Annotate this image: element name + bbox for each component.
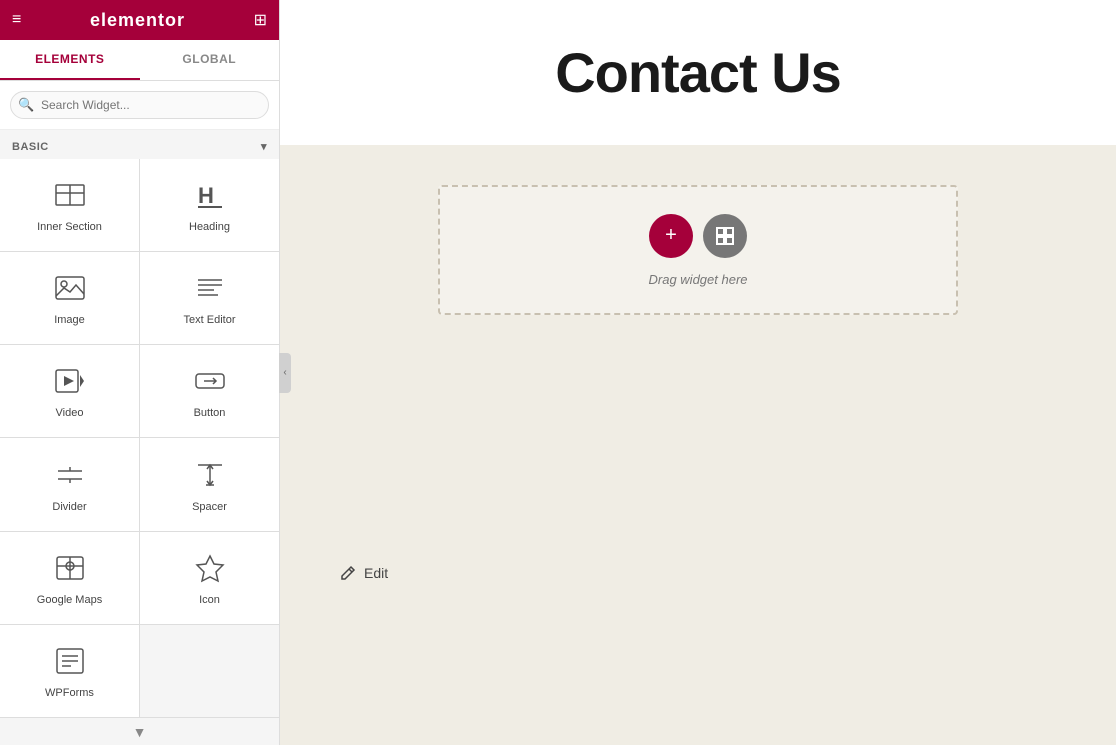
top-header: ≡ elementor ⊞	[0, 0, 279, 40]
widget-button[interactable]: Button	[140, 345, 279, 437]
widget-video-label: Video	[56, 407, 84, 419]
canvas-content: Contact Us + Drag widget here	[280, 0, 1116, 745]
widget-wpforms-label: WPForms	[45, 687, 94, 699]
sidebar: ≡ elementor ⊞ ELEMENTS GLOBAL 🔍 BASIC ▾ …	[0, 0, 280, 745]
widget-icon-label: Icon	[199, 594, 220, 606]
canvas: Contact Us + Drag widget here	[280, 0, 1116, 745]
sidebar-tabs: ELEMENTS GLOBAL	[0, 40, 279, 81]
svg-text:H: H	[198, 183, 214, 208]
drop-zone[interactable]: + Drag widget here	[438, 185, 958, 315]
widget-empty	[140, 625, 279, 717]
widget-divider-label: Divider	[52, 501, 86, 513]
page-title: Contact Us	[555, 40, 841, 105]
widget-icon[interactable]: Icon	[140, 532, 279, 624]
widget-text-editor[interactable]: Text Editor	[140, 252, 279, 344]
drop-zone-buttons: +	[649, 214, 747, 258]
widget-google-maps-label: Google Maps	[37, 594, 102, 606]
search-input[interactable]	[10, 91, 269, 119]
google-maps-icon	[52, 550, 88, 586]
add-widget-button[interactable]: +	[649, 214, 693, 258]
widget-image-label: Image	[54, 314, 85, 326]
widget-google-maps[interactable]: Google Maps	[0, 532, 139, 624]
widget-video[interactable]: Video	[0, 345, 139, 437]
widget-button-label: Button	[194, 407, 226, 419]
canvas-body: + Drag widget here	[280, 145, 1116, 545]
widget-spacer-label: Spacer	[192, 501, 227, 513]
grid-icon[interactable]: ⊞	[254, 10, 267, 30]
section-title: BASIC	[12, 141, 49, 153]
drop-zone-text: Drag widget here	[649, 272, 748, 287]
icon-widget-icon	[192, 550, 228, 586]
inner-section-icon	[52, 177, 88, 213]
widget-heading-label: Heading	[189, 221, 230, 233]
image-icon	[52, 270, 88, 306]
collapse-handle[interactable]: ‹	[279, 353, 291, 393]
search-bar: 🔍	[0, 81, 279, 130]
spacer-icon	[192, 457, 228, 493]
canvas-footer: Edit	[280, 545, 1116, 601]
wpforms-icon	[52, 643, 88, 679]
widget-wpforms[interactable]: WPForms	[0, 625, 139, 717]
scroll-down-icon[interactable]: ▼	[133, 724, 147, 740]
choose-layout-button[interactable]	[703, 214, 747, 258]
page-header-section: Contact Us	[280, 0, 1116, 145]
edit-label: Edit	[364, 565, 388, 581]
edit-button[interactable]: Edit	[340, 565, 388, 581]
collapse-icon[interactable]: ▾	[261, 140, 267, 153]
widget-heading[interactable]: H Heading	[140, 159, 279, 251]
widget-text-editor-label: Text Editor	[184, 314, 236, 326]
widget-image[interactable]: Image	[0, 252, 139, 344]
menu-icon[interactable]: ≡	[12, 11, 21, 29]
heading-icon: H	[192, 177, 228, 213]
video-icon	[52, 363, 88, 399]
widget-spacer[interactable]: Spacer	[140, 438, 279, 530]
text-editor-icon	[192, 270, 228, 306]
widget-inner-section-label: Inner Section	[37, 221, 102, 233]
basic-section-label: BASIC ▾	[0, 130, 279, 159]
tab-elements[interactable]: ELEMENTS	[0, 40, 140, 80]
widget-divider[interactable]: Divider	[0, 438, 139, 530]
widgets-grid: Inner Section H Heading Image Text Edito…	[0, 159, 279, 717]
widget-inner-section[interactable]: Inner Section	[0, 159, 139, 251]
button-icon	[192, 363, 228, 399]
search-icon: 🔍	[18, 97, 34, 113]
divider-icon	[52, 457, 88, 493]
elementor-logo: elementor	[90, 10, 185, 31]
tab-global[interactable]: GLOBAL	[140, 40, 280, 80]
